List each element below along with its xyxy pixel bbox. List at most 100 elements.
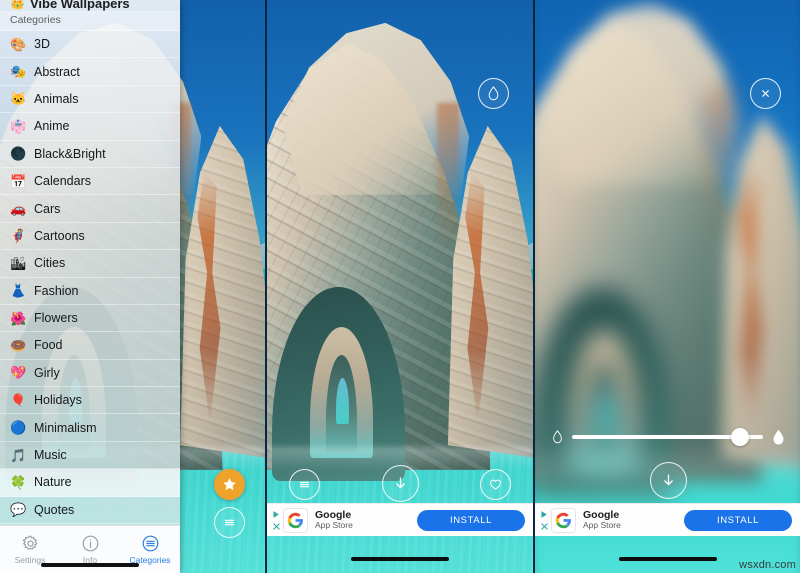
category-icon: 🍀 — [10, 474, 27, 490]
menu-button[interactable] — [289, 469, 320, 500]
close-icon[interactable] — [540, 522, 549, 531]
category-label: Minimalism — [34, 420, 97, 435]
ad-banner[interactable]: Google App Store INSTALL — [535, 503, 800, 536]
blur-slider-track[interactable] — [572, 428, 763, 446]
category-icon: 🎈 — [10, 392, 27, 408]
category-item-cartoons[interactable]: 🦸 Cartoons — [0, 223, 180, 251]
info-icon — [82, 535, 98, 552]
google-g-icon — [283, 507, 308, 533]
category-item-cars[interactable]: 🚗 Cars — [0, 195, 180, 223]
close-icon — [762, 90, 769, 97]
droplet-icon — [488, 86, 499, 101]
section-header-categories: Categories — [0, 11, 180, 31]
category-icon: 👘 — [10, 118, 27, 134]
adchoices-icon[interactable] — [540, 510, 549, 519]
category-icon: 🎵 — [10, 447, 27, 463]
gear-icon — [21, 535, 37, 550]
category-item-minimalism[interactable]: 🔵 Minimalism — [0, 414, 180, 442]
star-icon — [223, 478, 236, 491]
ad-subtitle: App Store — [583, 520, 621, 531]
list-icon — [142, 535, 158, 552]
category-icon: 🎨 — [10, 36, 27, 52]
category-label: Animals — [34, 91, 79, 106]
google-g-glyph — [555, 512, 571, 528]
category-label: Flowers — [34, 311, 78, 326]
category-item-3d[interactable]: 🎨 3D — [0, 31, 180, 59]
category-item-black-bright[interactable]: 🌑 Black&Bright — [0, 141, 180, 168]
category-item-nature[interactable]: 🍀 Nature — [0, 469, 180, 497]
category-icon: 🌺 — [10, 310, 27, 326]
category-icon: 💖 — [10, 365, 27, 381]
category-label: Holidays — [34, 393, 82, 408]
photo-rust-streak-2 — [437, 103, 459, 253]
category-icon: 🎭 — [10, 64, 27, 80]
category-icon: 🐱 — [10, 91, 27, 107]
ad-text: Google App Store — [315, 509, 353, 531]
app-title: 👑 Vibe Wallpapers — [0, 0, 180, 11]
close-blur-button[interactable] — [750, 78, 781, 109]
category-label: Fashion — [34, 283, 79, 298]
droplet-outline-icon — [551, 429, 564, 445]
category-icon: 💬 — [10, 502, 27, 518]
ad-side-controls[interactable] — [269, 510, 283, 531]
category-item-food[interactable]: 🍩 Food — [0, 332, 180, 360]
download-icon — [663, 474, 673, 486]
close-icon[interactable] — [272, 522, 281, 531]
category-label: 3D — [34, 37, 50, 52]
category-item-cities[interactable]: 🏙 Cities — [0, 250, 180, 278]
download-icon — [396, 477, 405, 489]
category-item-music[interactable]: 🎵 Music — [0, 442, 180, 470]
home-indicator[interactable] — [351, 557, 449, 561]
crown-icon: 👑 — [10, 0, 25, 10]
category-label: Cities — [34, 256, 66, 271]
category-item-abstract[interactable]: 🎭 Abstract — [0, 58, 180, 86]
category-item-animals[interactable]: 🐱 Animals — [0, 86, 180, 114]
adchoices-icon[interactable] — [272, 510, 281, 519]
category-item-quotes[interactable]: 💬 Quotes — [0, 497, 180, 525]
category-icon: 👗 — [10, 283, 27, 299]
download-button[interactable] — [649, 462, 687, 499]
category-label: Girly — [34, 365, 60, 380]
category-icon: 🌑 — [10, 146, 27, 162]
category-icon: 🔵 — [10, 420, 27, 436]
blur-slider[interactable] — [551, 424, 786, 450]
system-nav-bar — [267, 536, 533, 573]
download-button[interactable] — [382, 465, 419, 502]
category-icon: 🏙 — [10, 255, 27, 271]
favorite-button[interactable] — [480, 469, 511, 500]
category-icon: 🦸 — [10, 228, 27, 244]
category-icon: 🚗 — [10, 201, 27, 217]
ad-install-button[interactable]: INSTALL — [684, 509, 792, 531]
ad-install-button[interactable]: INSTALL — [417, 509, 525, 531]
photo-rust-streak-2 — [707, 88, 731, 250]
category-icon: 🍩 — [10, 337, 27, 353]
category-item-girly[interactable]: 💖 Girly — [0, 360, 180, 388]
categories-drawer: 👑 Vibe Wallpapers Categories 🎨 3D 🎭 Abstrac… — [0, 0, 180, 573]
menu-icon — [224, 519, 235, 526]
ad-side-controls[interactable] — [537, 510, 551, 531]
category-label: Calendars — [34, 174, 91, 189]
category-list[interactable]: 🎨 3D 🎭 Abstract 🐱 Animals 👘 Anime 🌑 Black&Bright 📅… — [0, 31, 180, 525]
favorite-button[interactable] — [214, 469, 245, 500]
droplet-filled-icon — [771, 428, 786, 447]
category-item-calendars[interactable]: 📅 Calendars — [0, 168, 180, 196]
category-label: Food — [34, 338, 63, 353]
blur-slider-thumb[interactable] — [731, 428, 750, 446]
app-title-text: Vibe Wallpapers — [29, 0, 130, 11]
category-label: Cartoons — [34, 228, 85, 243]
blur-button[interactable] — [478, 78, 509, 109]
category-label: Abstract — [34, 64, 80, 79]
home-indicator[interactable] — [618, 557, 717, 561]
watermark: wsxdn.com — [739, 559, 796, 571]
menu-icon — [299, 481, 310, 488]
category-label: Quotes — [34, 502, 75, 517]
ad-subtitle: App Store — [315, 520, 353, 531]
category-item-holidays[interactable]: 🎈 Holidays — [0, 387, 180, 415]
menu-button[interactable] — [214, 507, 245, 538]
category-item-fashion[interactable]: 👗 Fashion — [0, 278, 180, 305]
category-item-anime[interactable]: 👘 Anime — [0, 113, 180, 141]
google-g-icon — [551, 507, 576, 533]
category-item-flowers[interactable]: 🌺 Flowers — [0, 305, 180, 333]
ad-banner[interactable]: Google App Store INSTALL — [267, 503, 533, 536]
category-label: Cars — [34, 201, 61, 216]
